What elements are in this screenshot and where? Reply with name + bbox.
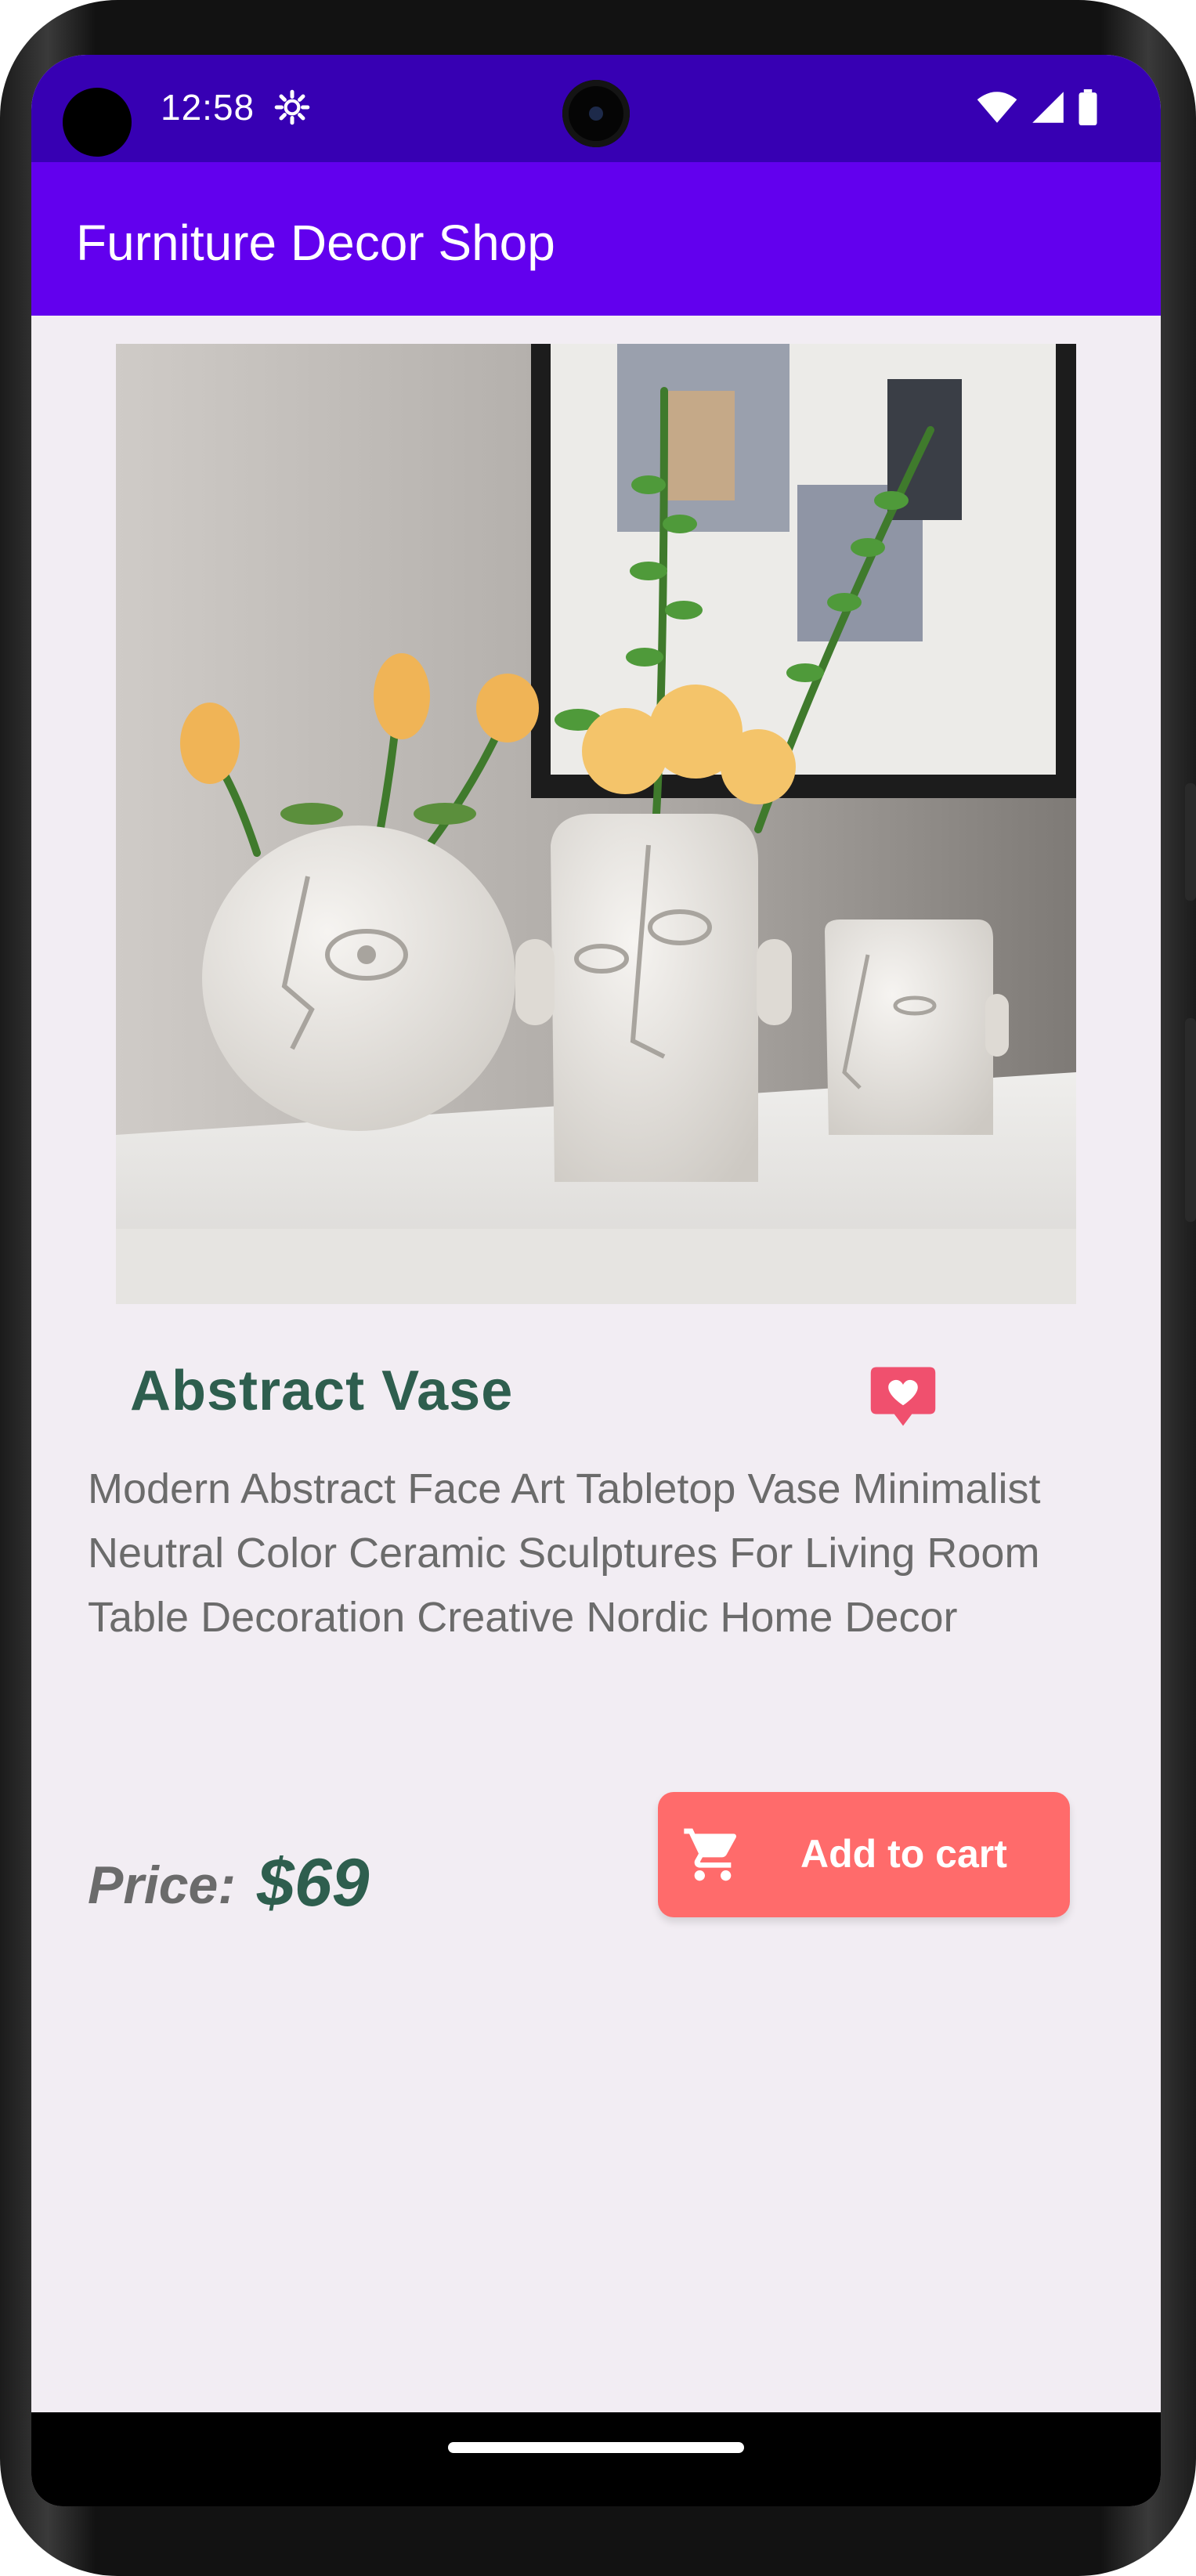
- price-value: $69: [257, 1845, 370, 1920]
- home-gesture-handle[interactable]: [448, 2442, 744, 2453]
- status-bar: 12:58: [31, 55, 1161, 162]
- favorite-button[interactable]: [868, 1361, 938, 1432]
- product-image: [116, 344, 1076, 1304]
- status-icons: [976, 89, 1098, 125]
- settings-gear-icon: [274, 89, 310, 125]
- app-title: Furniture Decor Shop: [76, 215, 555, 271]
- app-bar: Furniture Decor Shop: [31, 162, 1161, 316]
- navigation-bar: [31, 2412, 1161, 2506]
- price-label: Price:: [88, 1855, 236, 1915]
- screen: 12:58 Furniture Decor Shop Abstract Vase…: [31, 55, 1161, 2506]
- add-to-cart-button[interactable]: Add to cart: [658, 1792, 1070, 1917]
- product-description: Modern Abstract Face Art Tabletop Vase M…: [88, 1465, 1041, 1641]
- phone-frame: 12:58 Furniture Decor Shop Abstract Vase…: [0, 0, 1196, 2576]
- cart-icon: [684, 1828, 737, 1881]
- status-time: 12:58: [161, 87, 255, 128]
- power-button: [1185, 783, 1196, 901]
- wifi-icon: [977, 92, 1017, 123]
- volume-button: [1185, 1018, 1196, 1222]
- signal-icon: [1032, 92, 1064, 123]
- product-name: Abstract Vase: [130, 1360, 514, 1422]
- lens-cutout: [63, 88, 132, 157]
- battery-icon: [1079, 89, 1097, 125]
- front-camera: [562, 80, 630, 147]
- add-to-cart-label: Add to cart: [800, 1832, 1007, 1876]
